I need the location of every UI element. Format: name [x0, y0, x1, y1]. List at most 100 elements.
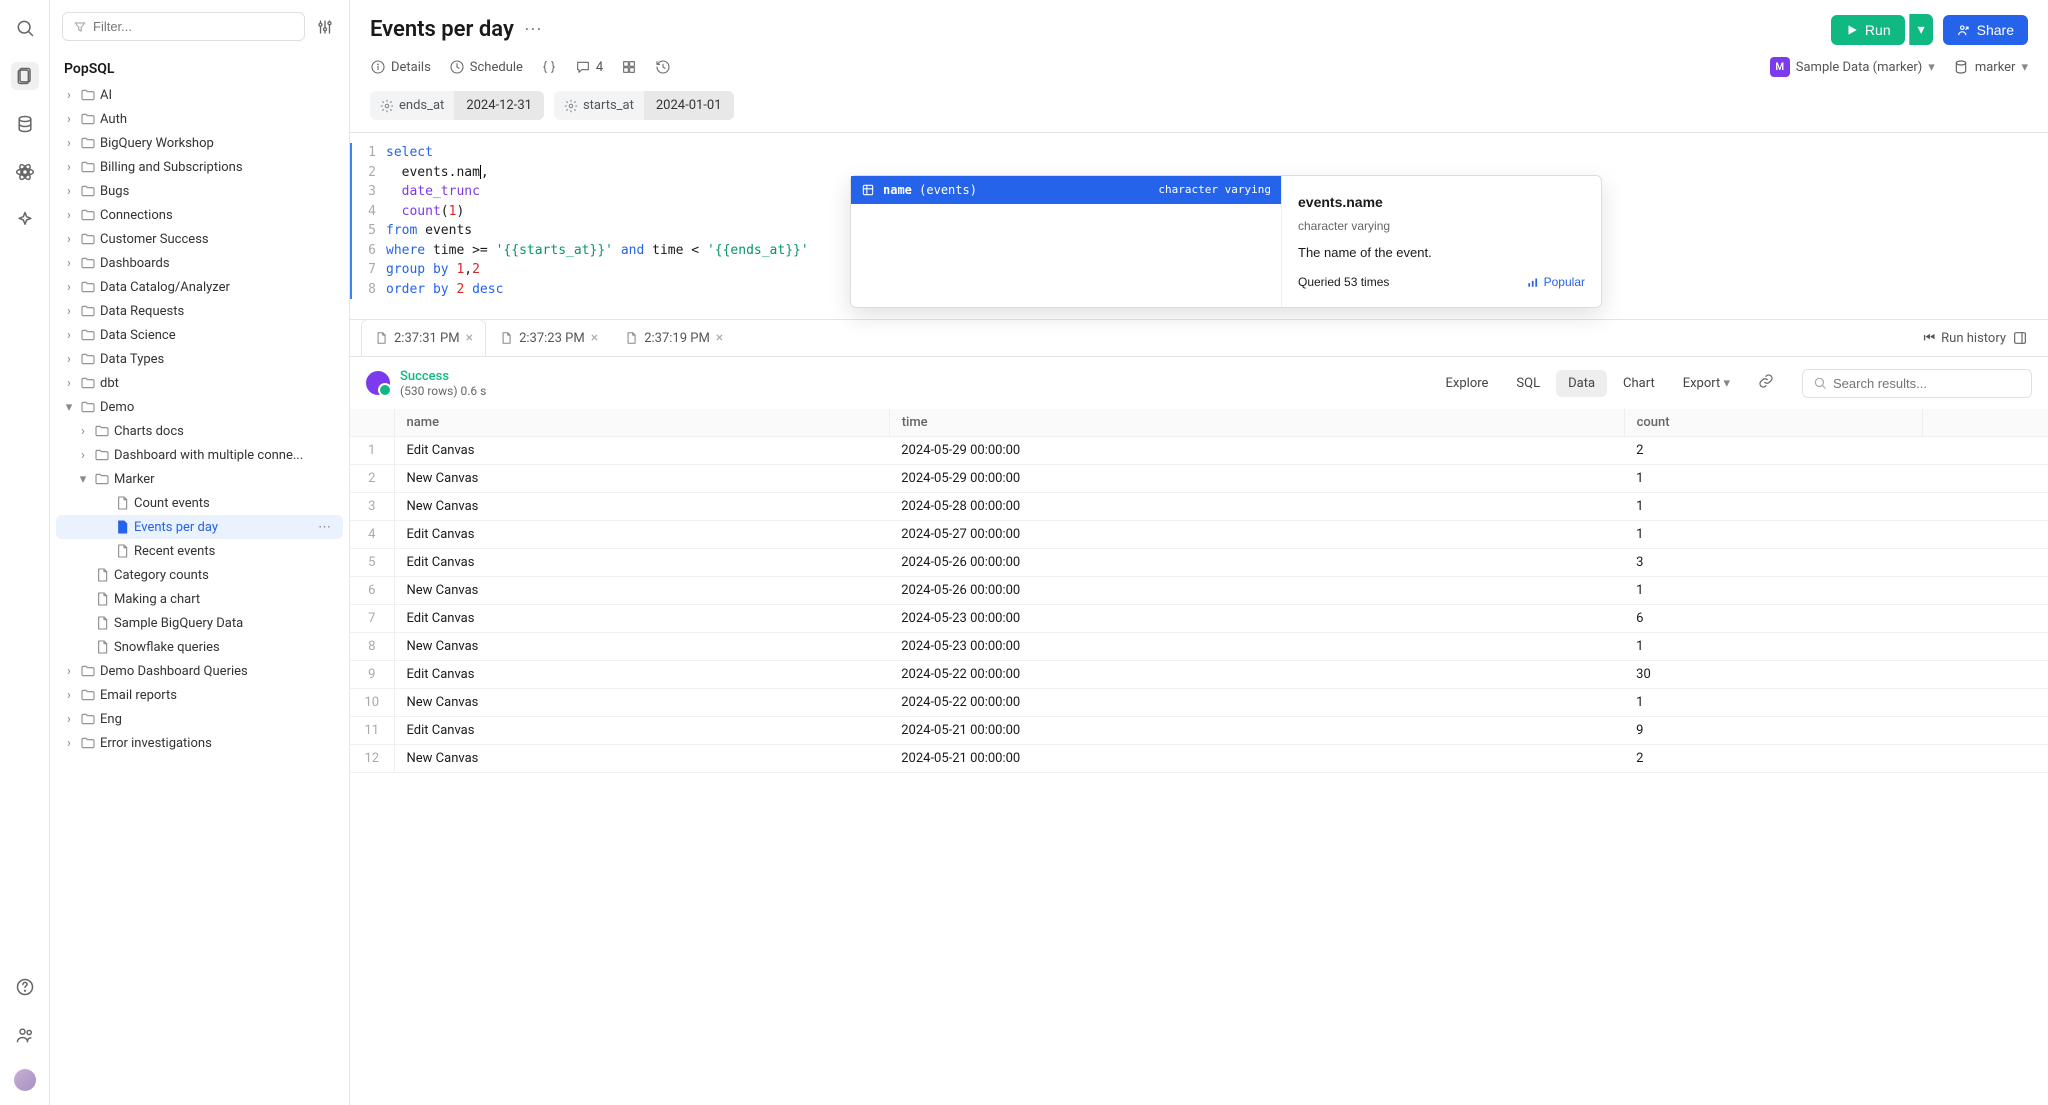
table-row[interactable]: 5Edit Canvas2024-05-26 00:00:003: [350, 549, 2048, 577]
result-tab[interactable]: 2:37:31 PM×: [362, 320, 485, 356]
files-icon[interactable]: [11, 62, 39, 90]
filter-input[interactable]: [62, 12, 305, 41]
sql-editor[interactable]: 1select 2 events.nam, 3 date_trunc 4 cou…: [350, 133, 2048, 319]
autocomplete-detail: events.name character varying The name o…: [1281, 176, 1601, 307]
folder-item[interactable]: ›AI: [56, 83, 343, 107]
result-tab[interactable]: 2:37:23 PM×: [487, 320, 610, 356]
table-row[interactable]: 3New Canvas2024-05-28 00:00:001: [350, 493, 2048, 521]
share-button[interactable]: Share: [1943, 15, 2028, 45]
table-row[interactable]: 1Edit Canvas2024-05-29 00:00:002: [350, 437, 2048, 465]
file-item[interactable]: Sample BigQuery Data: [56, 611, 343, 635]
workspace-title: PopSQL: [56, 55, 343, 83]
table-row[interactable]: 9Edit Canvas2024-05-22 00:00:0030: [350, 661, 2048, 689]
col-count[interactable]: count: [1624, 409, 1922, 437]
schedule-button[interactable]: Schedule: [449, 59, 523, 75]
folder-item[interactable]: ›Dashboards: [56, 251, 343, 275]
team-icon[interactable]: [11, 1021, 39, 1049]
folder-item[interactable]: ›Dashboard with multiple conne...: [56, 443, 343, 467]
sidebar: PopSQL ›AI›Auth›BigQuery Workshop›Billin…: [50, 0, 350, 1105]
avatar[interactable]: [14, 1069, 36, 1091]
details-button[interactable]: Details: [370, 59, 431, 75]
history-icon[interactable]: [655, 59, 671, 75]
run-history-button[interactable]: ⏮Run history: [1915, 330, 2036, 346]
folder-item[interactable]: ›Billing and Subscriptions: [56, 155, 343, 179]
sparkle-icon[interactable]: [11, 206, 39, 234]
param-ends-at[interactable]: ends_at 2024-12-31: [370, 91, 544, 120]
file-item[interactable]: Category counts: [56, 563, 343, 587]
link-icon[interactable]: [1746, 367, 1786, 399]
settings-icon[interactable]: [313, 15, 337, 39]
col-name[interactable]: name: [394, 409, 889, 437]
help-icon[interactable]: [11, 973, 39, 1001]
share-label: Share: [1977, 22, 2014, 38]
filter-field[interactable]: [93, 19, 294, 34]
tab-data[interactable]: Data: [1556, 370, 1607, 397]
param-starts-at[interactable]: starts_at 2024-01-01: [554, 91, 734, 120]
file-item[interactable]: Making a chart: [56, 587, 343, 611]
col-time[interactable]: time: [889, 409, 1624, 437]
result-tab[interactable]: 2:37:19 PM×: [612, 320, 735, 356]
folder-item[interactable]: ›Data Catalog/Analyzer: [56, 275, 343, 299]
folder-item[interactable]: ›Auth: [56, 107, 343, 131]
folder-item[interactable]: ›Bugs: [56, 179, 343, 203]
connection-avatar: M: [1770, 57, 1790, 77]
dashboard-icon[interactable]: [621, 59, 637, 75]
result-search-field[interactable]: [1833, 376, 2021, 391]
folder-marker[interactable]: ▾ Marker: [56, 467, 343, 491]
variables-button[interactable]: [541, 59, 557, 75]
model-icon[interactable]: [11, 158, 39, 186]
autocomplete-item[interactable]: name (events) character varying: [851, 176, 1281, 204]
result-search[interactable]: [1802, 369, 2032, 398]
metabar: Details Schedule 4 M Sample Data (marker…: [350, 49, 2048, 85]
run-button[interactable]: Run: [1831, 15, 1905, 45]
table-row[interactable]: 6New Canvas2024-05-26 00:00:001: [350, 577, 2048, 605]
folder-item[interactable]: ›dbt: [56, 371, 343, 395]
result-toolbar: Success (530 rows) 0.6 s Explore SQL Dat…: [350, 357, 2048, 409]
close-icon[interactable]: ×: [716, 330, 723, 346]
schema-selector[interactable]: marker ▾: [1953, 59, 2028, 75]
folder-item[interactable]: ›Eng: [56, 707, 343, 731]
database-icon[interactable]: [11, 110, 39, 138]
run-label: Run: [1865, 22, 1891, 38]
folder-item[interactable]: ›Connections: [56, 203, 343, 227]
table-row[interactable]: 2New Canvas2024-05-29 00:00:001: [350, 465, 2048, 493]
folder-item[interactable]: ›Error investigations: [56, 731, 343, 755]
tab-chart[interactable]: Chart: [1611, 370, 1667, 397]
table-row[interactable]: 8New Canvas2024-05-23 00:00:001: [350, 633, 2048, 661]
file-item[interactable]: Recent events: [56, 539, 343, 563]
comments-button[interactable]: 4: [575, 59, 603, 75]
folder-item[interactable]: ›Email reports: [56, 683, 343, 707]
result-table[interactable]: name time count 1Edit Canvas2024-05-29 0…: [350, 409, 2048, 1105]
tab-explore[interactable]: Explore: [1434, 370, 1501, 397]
popular-badge: Popular: [1526, 273, 1585, 291]
nav-rail: [0, 0, 50, 1105]
folder-item[interactable]: ›Demo Dashboard Queries: [56, 659, 343, 683]
close-icon[interactable]: ×: [591, 330, 598, 346]
folder-item[interactable]: ›BigQuery Workshop: [56, 131, 343, 155]
folder-item[interactable]: ›Data Requests: [56, 299, 343, 323]
tab-export[interactable]: Export ▾: [1671, 370, 1742, 397]
table-row[interactable]: 7Edit Canvas2024-05-23 00:00:006: [350, 605, 2048, 633]
result-status: Success (530 rows) 0.6 s: [366, 369, 486, 398]
folder-item[interactable]: ›Customer Success: [56, 227, 343, 251]
autocomplete-popup: name (events) character varying events.n…: [850, 175, 1602, 308]
result-tabs: 2:37:31 PM×2:37:23 PM×2:37:19 PM× ⏮Run h…: [350, 319, 2048, 357]
table-row[interactable]: 10New Canvas2024-05-22 00:00:001: [350, 689, 2048, 717]
folder-item[interactable]: ›Charts docs: [56, 419, 343, 443]
search-icon[interactable]: [11, 14, 39, 42]
file-menu-icon[interactable]: ⋯: [312, 520, 337, 535]
table-row[interactable]: 4Edit Canvas2024-05-27 00:00:001: [350, 521, 2048, 549]
file-item[interactable]: Snowflake queries: [56, 635, 343, 659]
table-row[interactable]: 12New Canvas2024-05-21 00:00:002: [350, 745, 2048, 773]
tab-sql[interactable]: SQL: [1504, 370, 1552, 397]
run-dropdown[interactable]: ▾: [1909, 14, 1933, 45]
title-menu-icon[interactable]: ⋯: [524, 19, 542, 40]
file-item[interactable]: Events per day⋯: [56, 515, 343, 539]
file-item[interactable]: Count events: [56, 491, 343, 515]
close-icon[interactable]: ×: [466, 330, 473, 346]
connection-selector[interactable]: M Sample Data (marker) ▾: [1770, 57, 1935, 77]
folder-item[interactable]: ›Data Science: [56, 323, 343, 347]
folder-demo[interactable]: ▾ Demo: [56, 395, 343, 419]
table-row[interactable]: 11Edit Canvas2024-05-21 00:00:009: [350, 717, 2048, 745]
folder-item[interactable]: ›Data Types: [56, 347, 343, 371]
